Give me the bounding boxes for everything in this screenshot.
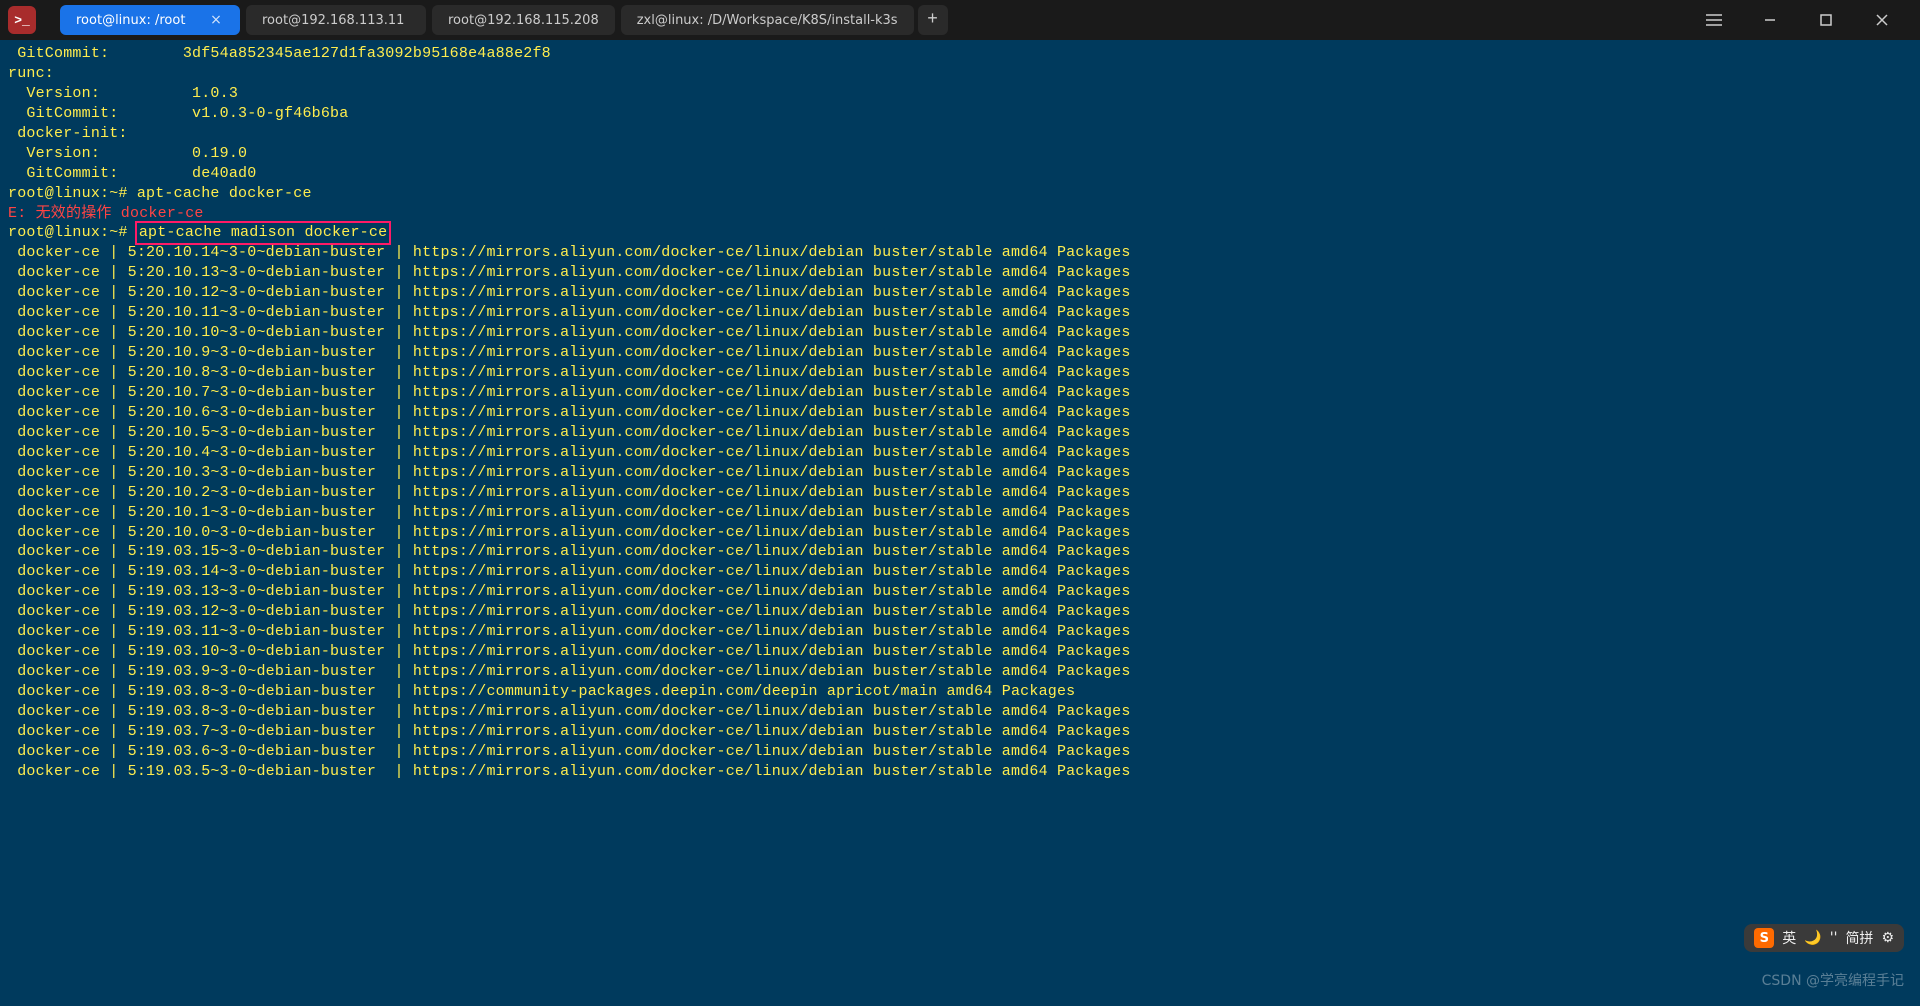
tab-label: root@192.168.115.208 (448, 13, 599, 28)
tab-label: zxl@linux: /D/Workspace/K8S/install-k3s (637, 13, 898, 28)
maximize-icon[interactable] (1808, 6, 1844, 34)
titlebar: root@linux: /root × root@192.168.113.11 roo… (0, 0, 1920, 40)
ime-toolbar[interactable]: S 英 🌙 '' 简拼 ⚙ (1744, 924, 1904, 952)
tab-3[interactable]: zxl@linux: /D/Workspace/K8S/install-k3s (621, 5, 914, 35)
close-icon[interactable] (1864, 6, 1900, 34)
tabs-container: root@linux: /root × root@192.168.113.11 roo… (60, 5, 914, 35)
tab-label: root@192.168.113.11 (262, 13, 404, 28)
app-icon[interactable] (8, 6, 36, 34)
ime-mode[interactable]: 简拼 (1845, 928, 1873, 948)
ime-lang[interactable]: 英 (1782, 928, 1796, 948)
ime-logo-icon: S (1754, 928, 1774, 948)
ime-gear-icon[interactable]: ⚙ (1881, 930, 1894, 946)
new-tab-button[interactable]: + (918, 5, 948, 35)
tab-0[interactable]: root@linux: /root × (60, 5, 240, 35)
tab-2[interactable]: root@192.168.115.208 (432, 5, 615, 35)
hamburger-menu-icon[interactable] (1696, 6, 1732, 34)
error-line: E: 无效的操作 docker-ce (8, 205, 204, 222)
minimize-icon[interactable] (1752, 6, 1788, 34)
ime-sep: '' (1830, 930, 1838, 946)
terminal-output[interactable]: GitCommit: 3df54a852345ae127d1fa3092b951… (0, 40, 1920, 786)
watermark-text: CSDN @学亮编程手记 (1762, 970, 1904, 990)
ime-moon-icon[interactable]: 🌙 (1804, 930, 1821, 946)
tab-close-icon[interactable]: × (208, 12, 224, 28)
highlighted-command: apt-cache madison docker-ce (135, 221, 391, 245)
tab-1[interactable]: root@192.168.113.11 (246, 5, 426, 35)
tab-label: root@linux: /root (76, 13, 185, 28)
window-controls (1696, 6, 1912, 34)
